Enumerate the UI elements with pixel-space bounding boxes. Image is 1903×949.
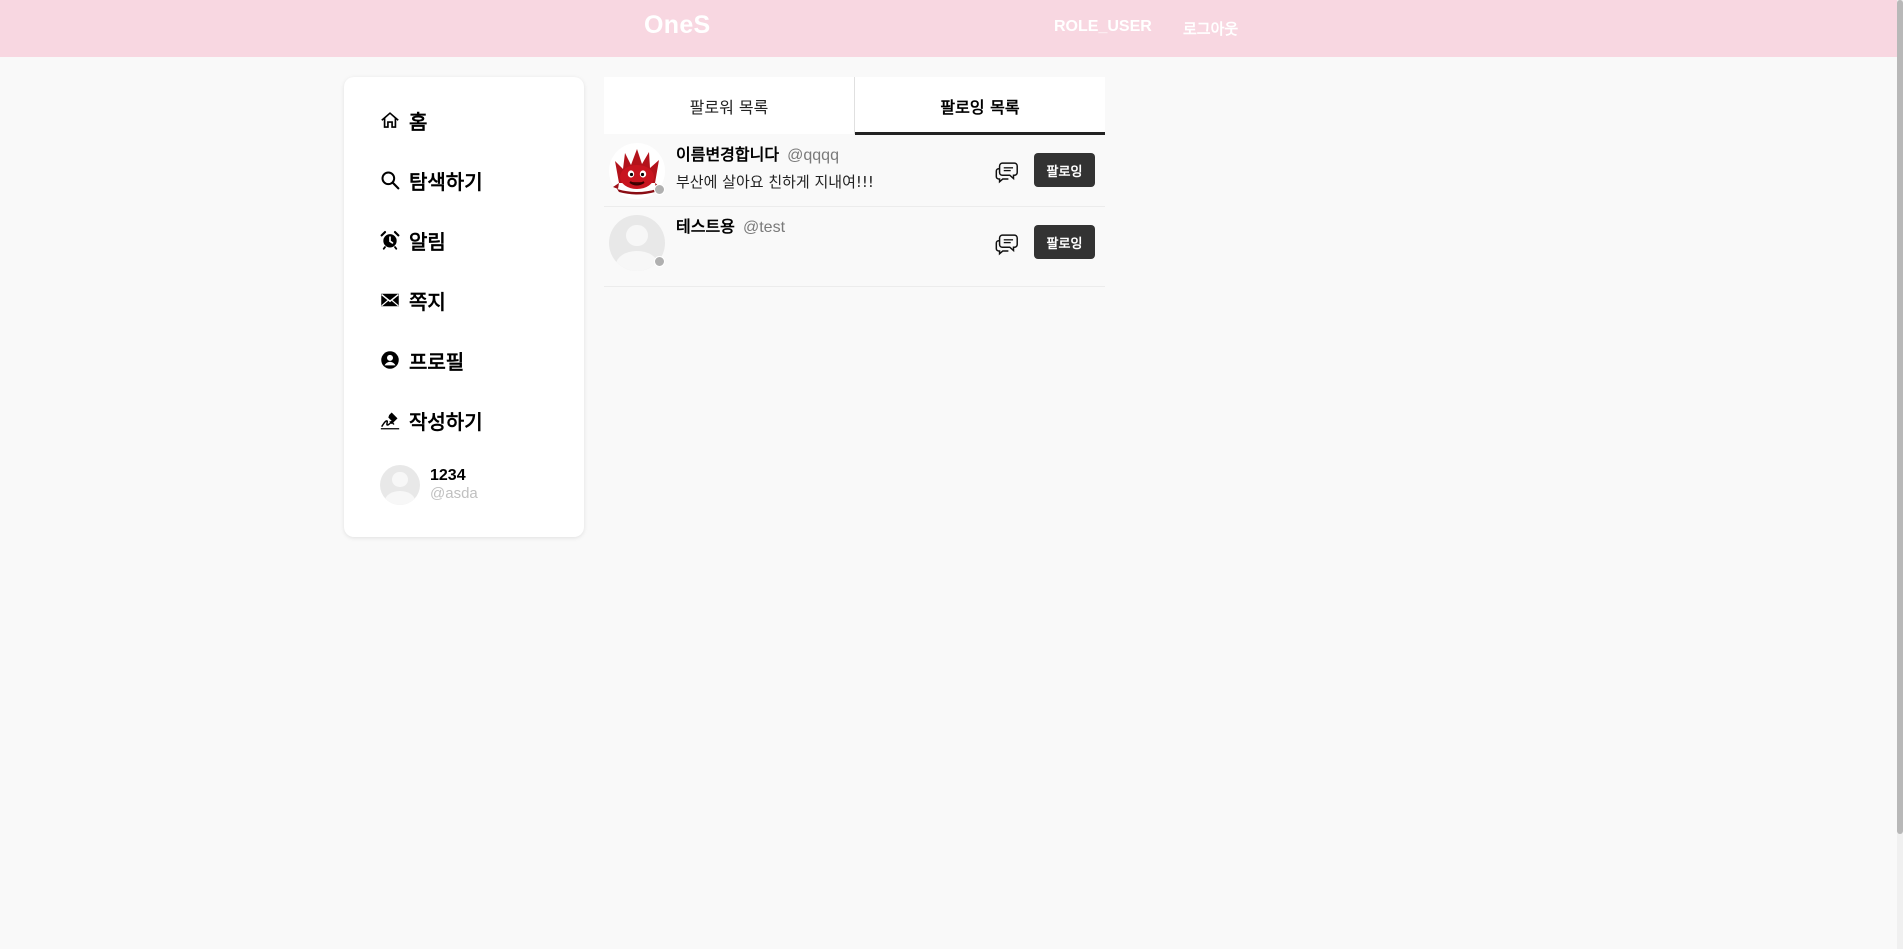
role-link[interactable]: ROLE_USER (1054, 18, 1152, 36)
sidebar-item-label: 작성하기 (409, 409, 483, 434)
user-name[interactable]: 이름변경합니다 (676, 145, 779, 164)
search-icon (379, 169, 401, 191)
default-avatar[interactable] (609, 215, 665, 271)
scrollbar-thumb[interactable] (1897, 0, 1903, 834)
page-scrollbar[interactable] (1897, 0, 1903, 949)
signature-icon (379, 409, 401, 431)
sidebar-item-label: 쪽지 (409, 289, 446, 314)
user-circle-icon (379, 349, 401, 371)
sidebar: 홈 탐색하기 알림 쪽지 프로필 작성하기 1234 @asda (344, 77, 584, 537)
sidebar-item-home[interactable]: 홈 (379, 103, 569, 137)
chat-bubbles-icon (995, 234, 1018, 256)
sidebar-item-label: 알림 (409, 229, 446, 254)
sidebar-item-explore[interactable]: 탐색하기 (379, 163, 569, 197)
chat-bubbles-icon (995, 162, 1018, 184)
list-item: 이름변경합니다 @qqqq 부산에 살아요 친하게 지내여!!! 팔로잉 (604, 135, 1105, 207)
user-name[interactable]: 테스트용 (676, 217, 735, 236)
status-dot (654, 184, 665, 195)
send-message-button[interactable] (992, 157, 1022, 187)
sidebar-item-label: 홈 (409, 109, 428, 134)
user-handle: @qqqq (787, 147, 839, 164)
follow-panel: 팔로워 목록 팔로잉 목록 이름변경합니다 @qqqq 부산에 살아요 친하게 … (604, 77, 1105, 291)
tab-followers[interactable]: 팔로워 목록 (604, 77, 854, 134)
tab-following[interactable]: 팔로잉 목록 (854, 77, 1105, 135)
follow-tabs: 팔로워 목록 팔로잉 목록 (604, 77, 1105, 135)
brand-logo[interactable]: OneS (644, 11, 711, 40)
sidebar-item-write[interactable]: 작성하기 (379, 403, 569, 437)
alarm-clock-icon (379, 229, 401, 251)
avatar (380, 465, 420, 505)
user-handle: @test (742, 219, 786, 236)
sidebar-item-label: 프로필 (409, 349, 465, 374)
sidebar-user-name: 1234 (430, 467, 466, 484)
envelope-icon (379, 289, 401, 311)
sidebar-item-messages[interactable]: 쪽지 (379, 283, 569, 317)
following-button[interactable]: 팔로잉 (1034, 153, 1095, 187)
list-item: 테스트용 @test 팔로잉 (604, 207, 1105, 287)
sidebar-current-user[interactable]: 1234 @asda (380, 463, 478, 507)
user-bio: 부산에 살아요 친하게 지내여!!! (676, 173, 874, 191)
sidebar-item-notifications[interactable]: 알림 (379, 223, 569, 257)
following-button[interactable]: 팔로잉 (1034, 225, 1095, 259)
send-message-button[interactable] (992, 229, 1022, 259)
top-header: OneS ROLE_USER 로그아웃 (0, 0, 1897, 57)
sidebar-item-label: 탐색하기 (409, 169, 483, 194)
sidebar-item-profile[interactable]: 프로필 (379, 343, 569, 377)
sidebar-user-handle: @asda (430, 485, 478, 502)
red-character-avatar[interactable] (609, 143, 665, 199)
status-dot (654, 256, 665, 267)
logout-link[interactable]: 로그아웃 (1183, 18, 1238, 39)
home-icon (379, 109, 401, 131)
